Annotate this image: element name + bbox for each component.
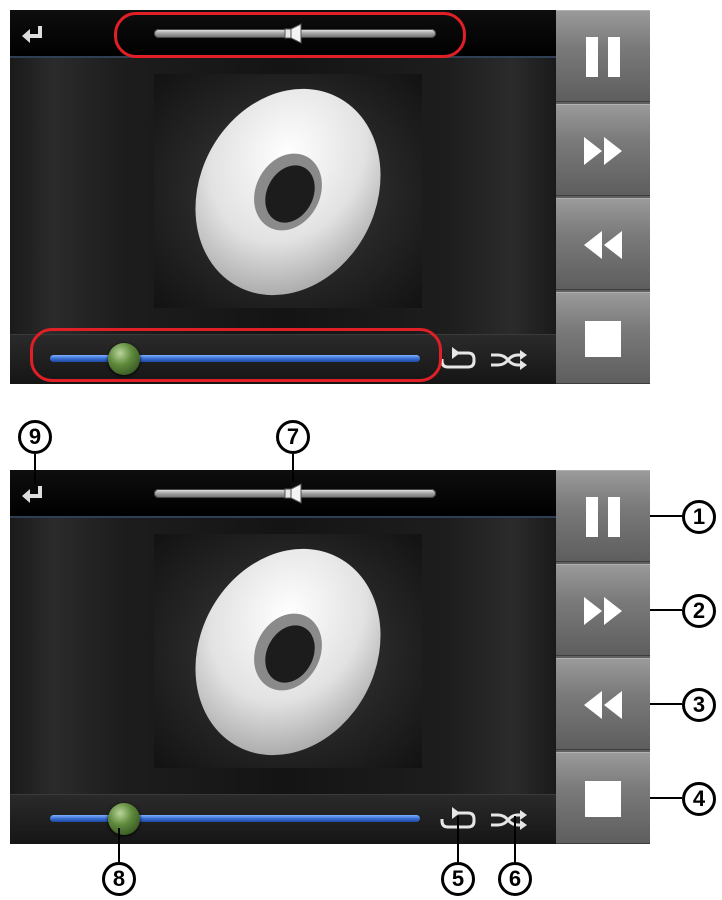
seek-bar[interactable] [50,803,420,835]
pause-button[interactable] [556,470,650,562]
rewind-button[interactable] [556,198,650,290]
stop-icon [585,781,621,817]
repeat-icon [440,347,476,369]
bottom-bar [10,794,556,844]
callout-7: 7 [276,420,310,454]
control-sidebar [556,10,650,384]
top-bar [10,470,556,518]
callout-4: 4 [682,782,716,816]
speaker-icon [284,23,302,44]
pause-icon [586,37,620,77]
pause-icon [586,497,620,537]
callout-2: 2 [682,594,716,628]
shuffle-button[interactable] [488,807,528,833]
bottom-bar [10,334,556,384]
callout-leader [650,515,682,517]
top-bar [10,10,556,58]
callout-leader [650,797,682,799]
player-panel-annotated [10,470,692,844]
shuffle-icon [491,810,527,830]
rewind-icon [584,691,622,719]
callout-leader [292,454,294,482]
callout-8: 8 [102,862,136,896]
callout-6: 6 [498,862,532,896]
fast-forward-button[interactable] [556,564,650,656]
back-arrow-icon [22,26,42,43]
volume-slider[interactable] [154,483,436,504]
control-sidebar [556,470,650,844]
callout-leader [650,609,682,611]
volume-slider[interactable] [154,23,436,44]
callout-leader [514,816,516,862]
stop-button[interactable] [556,752,650,844]
callout-leader [650,703,682,705]
seek-bar-thumb[interactable] [108,803,140,835]
shuffle-button[interactable] [488,347,528,373]
pause-button[interactable] [556,10,650,102]
callout-leader [457,816,459,862]
stop-icon [585,321,621,357]
fast-forward-icon [584,137,622,165]
player-screen [10,470,556,844]
callout-9: 9 [18,420,52,454]
callout-1: 1 [682,500,716,534]
back-arrow-icon [22,486,42,503]
stop-button[interactable] [556,292,650,384]
callout-leader [34,454,36,484]
rewind-button[interactable] [556,658,650,750]
album-art [154,534,422,768]
seek-bar-thumb[interactable] [108,343,140,375]
callout-5: 5 [441,862,475,896]
speaker-icon [284,483,302,504]
disc-icon [195,548,381,756]
fast-forward-button[interactable] [556,104,650,196]
back-button[interactable] [20,24,46,46]
callout-3: 3 [682,688,716,722]
disc-icon [195,88,381,296]
player-screen [10,10,556,384]
back-button[interactable] [20,484,46,506]
seek-bar[interactable] [50,343,420,375]
volume-slider-thumb[interactable] [284,483,306,504]
player-panel-highlighted [10,10,692,384]
repeat-button[interactable] [438,347,478,373]
rewind-icon [584,231,622,259]
callout-leader [118,828,120,862]
shuffle-icon [491,350,527,370]
album-art [154,74,422,308]
volume-slider-thumb[interactable] [284,23,306,44]
fast-forward-icon [584,597,622,625]
